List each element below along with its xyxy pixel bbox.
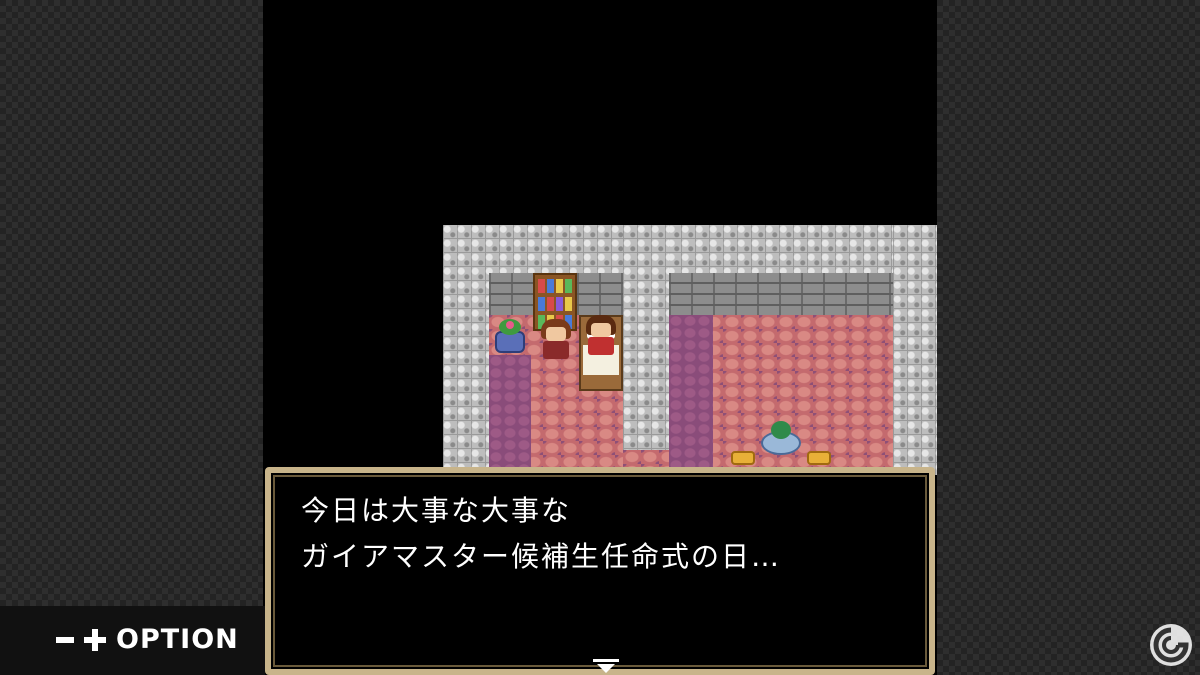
minus-icon <box>56 637 74 643</box>
floor-shadow-left <box>489 355 531 475</box>
player-character-sleeping <box>582 315 620 355</box>
stool-right <box>807 451 831 465</box>
dialogue-line-2: ガイアマスター候補生任命式の日… <box>301 540 782 573</box>
potted-plant-table <box>491 317 529 353</box>
floor-shadow-right <box>669 315 713 475</box>
house-interior-map <box>443 225 937 475</box>
stone-wall-left <box>443 225 489 475</box>
dialogue-box[interactable]: 今日は大事な大事な ガイアマスター候補生任命式の日… <box>265 467 935 675</box>
option-label[interactable]: OPTION <box>116 624 239 655</box>
left-side-pattern <box>0 0 263 675</box>
advance-arrow-icon <box>593 659 619 673</box>
right-side-pattern <box>937 0 1200 675</box>
site-logo-watermark-icon <box>1150 624 1192 666</box>
stone-wall-right <box>893 225 937 475</box>
round-table-with-plant <box>761 421 801 455</box>
stone-wall-top <box>443 225 937 273</box>
dialogue-line-1: 今日は大事な大事な <box>301 494 572 527</box>
plus-icon <box>84 629 106 651</box>
stone-wall-divider <box>623 225 669 450</box>
stool-left <box>731 451 755 465</box>
brick-wall-right-room <box>669 273 893 315</box>
npc-mother-character <box>537 319 575 359</box>
